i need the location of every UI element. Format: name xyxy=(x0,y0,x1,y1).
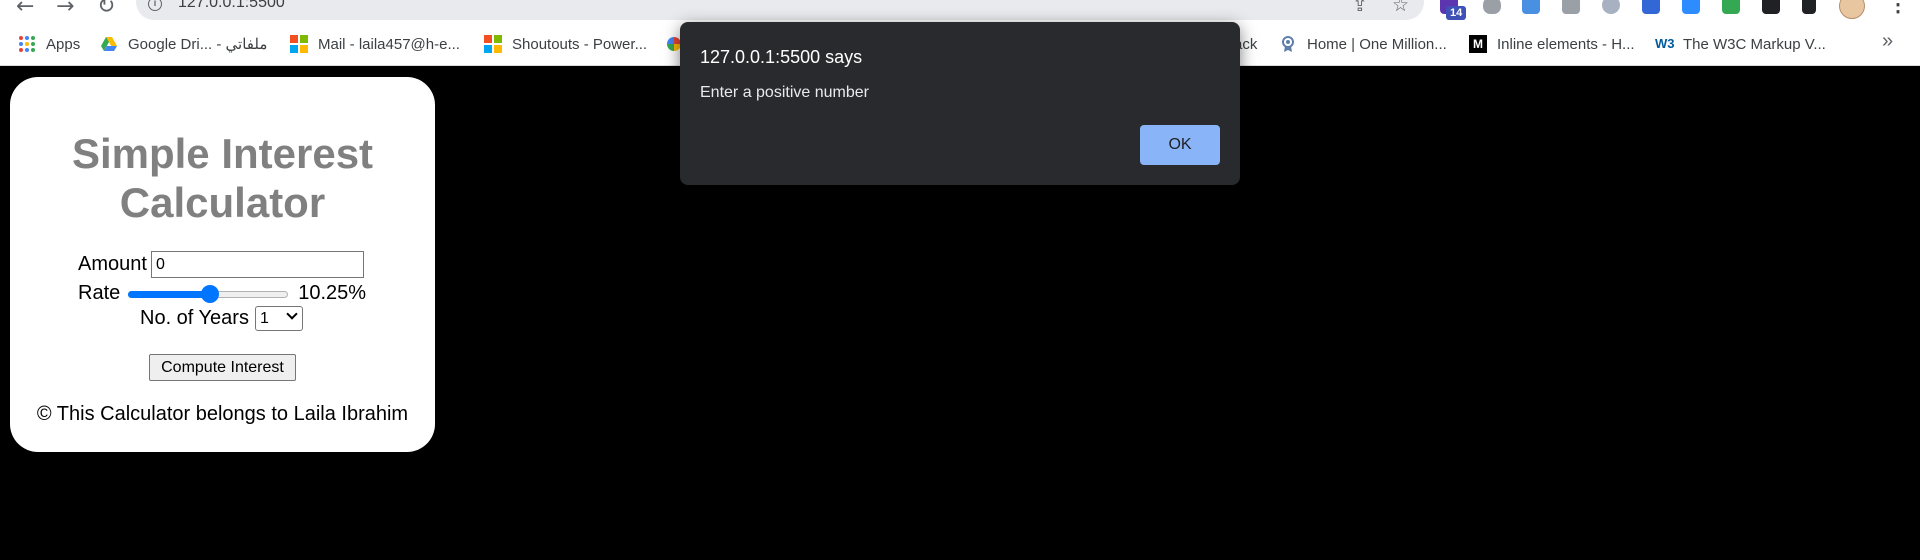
years-row: No. of Years 1 xyxy=(140,306,303,331)
location-pin-icon xyxy=(1282,36,1294,52)
apps-grid-icon xyxy=(18,35,36,53)
bookmarks-overflow-icon[interactable]: » xyxy=(1882,30,1893,53)
puzzle-icon[interactable] xyxy=(1762,0,1780,14)
mdn-icon: M xyxy=(1469,35,1487,53)
calculator-card: Simple Interest Calculator Amount Rate 1… xyxy=(10,77,435,452)
camera-icon[interactable] xyxy=(1562,0,1580,14)
slider-thumb[interactable] xyxy=(200,284,219,303)
bookmark-label: Mail - laila457@h-e... xyxy=(318,35,460,53)
google-drive-icon xyxy=(101,37,117,51)
reload-icon[interactable]: ↻ xyxy=(97,0,115,19)
bookmark-shoutouts[interactable]: Shoutouts - Power... xyxy=(484,34,647,54)
bookmark-label: Apps xyxy=(46,35,81,53)
extension-icon[interactable] xyxy=(1722,0,1740,14)
extension-badge: 14 xyxy=(1446,6,1467,20)
slider-fill xyxy=(128,290,210,298)
bookmark-inline-elements[interactable]: M Inline elements - H... xyxy=(1469,34,1635,54)
bookmark-mail[interactable]: Mail - laila457@h-e... xyxy=(290,34,460,54)
side-panel-icon[interactable] xyxy=(1802,0,1816,14)
rate-row: Rate 10.25% xyxy=(78,282,366,305)
years-label: No. of Years xyxy=(140,307,249,329)
footer-text: © This Calculator belongs to Laila Ibrah… xyxy=(36,403,409,425)
photos-icon xyxy=(667,37,681,51)
years-selected-value: 1 xyxy=(259,310,269,327)
alert-title: 127.0.0.1:5500 says xyxy=(700,47,863,67)
address-bar[interactable] xyxy=(136,0,1424,20)
extension-icon[interactable] xyxy=(1602,0,1620,14)
bookmark-one-million[interactable]: Home | One Million... xyxy=(1279,34,1447,54)
rate-label: Rate xyxy=(78,282,121,304)
bookmark-star-icon[interactable]: ☆ xyxy=(1392,0,1409,16)
bookmark-label: Shoutouts - Power... xyxy=(512,35,648,53)
amount-label: Amount xyxy=(78,253,147,275)
microsoft-logo-icon xyxy=(290,35,308,53)
shield-icon[interactable] xyxy=(1483,0,1501,14)
bookmark-label: Inline elements - H... xyxy=(1497,35,1635,53)
compute-interest-button[interactable]: Compute Interest xyxy=(149,354,296,381)
rate-slider[interactable] xyxy=(128,284,289,304)
forward-arrow-icon[interactable]: → xyxy=(56,0,74,19)
zoom-icon[interactable] xyxy=(1682,0,1700,14)
back-arrow-icon[interactable]: ← xyxy=(16,0,34,19)
profile-avatar[interactable] xyxy=(1839,0,1865,19)
years-select[interactable]: 1 xyxy=(254,306,303,331)
share-icon[interactable]: ⇪ xyxy=(1352,0,1368,16)
bookmark-google-drive[interactable]: Google Dri... - ملفاتي xyxy=(100,34,267,54)
alert-message: Enter a positive number xyxy=(700,84,869,101)
bookmark-w3c[interactable]: W3 The W3C Markup V... xyxy=(1655,34,1826,54)
bookmark-label: The W3C Markup V... xyxy=(1683,35,1826,53)
amount-row: Amount xyxy=(78,251,364,278)
bookmark-label: Home | One Million... xyxy=(1307,35,1447,53)
chevron-down-icon xyxy=(286,308,298,320)
extension-icon[interactable] xyxy=(1642,0,1660,14)
amount-input[interactable] xyxy=(150,251,364,278)
browser-toolbar: ← → ↻ i 127.0.0.1:5500 ⇪ ☆ 14 ⋮ xyxy=(0,0,1920,22)
bookmark-apps[interactable]: Apps xyxy=(18,34,80,54)
url-text[interactable]: 127.0.0.1:5500 xyxy=(178,0,285,12)
page-title: Simple Interest Calculator xyxy=(71,130,374,226)
kebab-menu-icon[interactable]: ⋮ xyxy=(1888,0,1908,17)
microsoft-logo-icon xyxy=(484,35,502,53)
alert-dialog: 127.0.0.1:5500 says Enter a positive num… xyxy=(680,22,1240,185)
bookmark-partial[interactable] xyxy=(667,34,681,54)
extension-icon[interactable] xyxy=(1522,0,1540,14)
bookmark-label: Google Dri... - ملفاتي xyxy=(128,36,268,53)
rate-value: 10.25% xyxy=(298,282,367,304)
w3c-icon: W3 xyxy=(1655,36,1675,51)
ok-button[interactable]: OK xyxy=(1140,125,1220,165)
